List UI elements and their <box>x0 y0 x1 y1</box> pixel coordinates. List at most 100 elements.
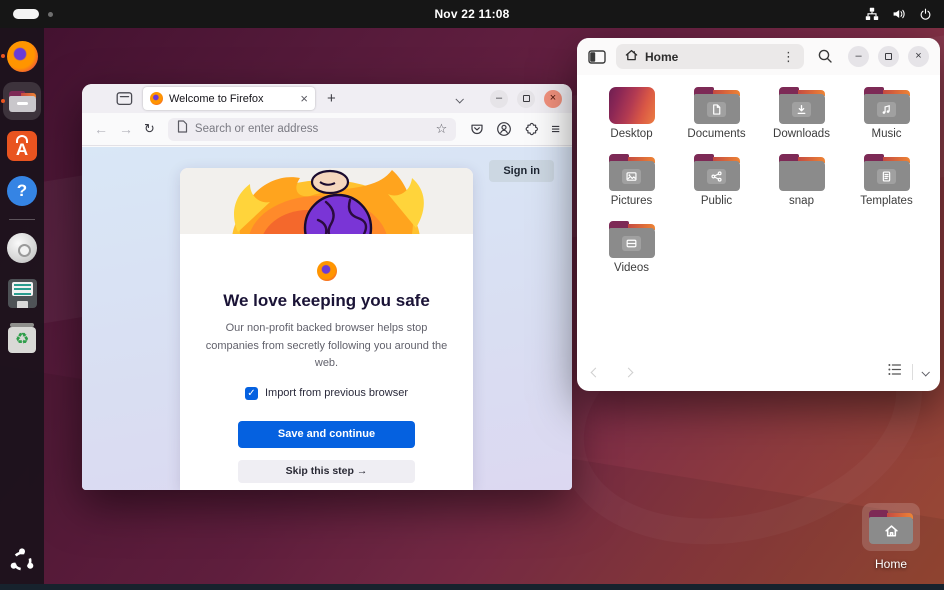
folder-label: Desktop <box>610 128 652 140</box>
power-icon <box>919 8 932 21</box>
maximize-button[interactable] <box>878 46 899 67</box>
clock-date[interactable]: Nov 22 11:08 <box>0 7 944 21</box>
firefox-view-button[interactable] <box>112 88 136 109</box>
desktop-home-icon[interactable]: Home <box>859 503 923 571</box>
folder-icon <box>694 154 740 191</box>
home-folder-icon <box>869 510 913 544</box>
current-location-label: Home <box>645 50 775 64</box>
maximize-button[interactable] <box>517 90 535 108</box>
dock-separator <box>9 219 35 220</box>
dock-item-ubuntu-software[interactable]: A <box>3 127 41 165</box>
ubuntu-logo-icon <box>9 548 35 579</box>
minimize-button[interactable]: – <box>490 90 508 108</box>
folder-emblem-icon <box>707 169 726 184</box>
folder-grid: Desktop Documents <box>589 84 929 285</box>
folder-icon <box>694 87 740 124</box>
dock-item-help[interactable]: ? <box>3 172 41 210</box>
close-button[interactable]: × <box>544 90 562 108</box>
back-button[interactable] <box>591 367 601 377</box>
home-icon <box>625 48 638 66</box>
maximize-icon <box>523 95 530 102</box>
import-checkbox[interactable]: ✓ <box>245 387 258 400</box>
folder-emblem-icon <box>877 169 896 184</box>
volume-icon <box>892 7 906 21</box>
floppy-disk-icon <box>8 279 37 308</box>
view-options-dropdown[interactable] <box>922 363 928 381</box>
folder-label: Music <box>871 128 901 140</box>
folder-item[interactable]: Pictures <box>589 151 674 218</box>
list-all-tabs-button[interactable] <box>456 90 462 108</box>
onboarding-heading: We love keeping you safe <box>180 291 473 311</box>
path-bar[interactable]: Home ⋮ <box>616 44 804 69</box>
firefox-icon <box>7 41 38 72</box>
tab-close-icon[interactable]: × <box>300 91 308 106</box>
folder-label: Documents <box>687 128 745 140</box>
firefox-window: Welcome to Firefox × + – × ← → ↻ Search … <box>82 84 572 490</box>
bookmark-star-icon[interactable]: ☆ <box>436 121 448 137</box>
folder-item[interactable]: Desktop <box>589 84 674 151</box>
folder-label: Pictures <box>611 195 653 207</box>
folder-icon <box>864 154 910 191</box>
reload-button[interactable]: ↻ <box>144 121 155 137</box>
window-controls: – × <box>490 90 562 108</box>
account-button[interactable] <box>496 121 512 137</box>
trash-icon: ♻ <box>8 327 36 353</box>
running-indicator <box>1 99 5 103</box>
dock-item-cd-drive[interactable] <box>3 229 41 267</box>
forward-button[interactable]: → <box>119 121 133 137</box>
folder-icon <box>609 154 655 191</box>
folder-item[interactable]: Videos <box>589 218 674 285</box>
divider <box>912 364 913 380</box>
folder-item[interactable]: Public <box>674 151 759 218</box>
folder-item[interactable]: Music <box>844 84 929 151</box>
dock-item-floppy-disk[interactable] <box>3 274 41 312</box>
import-checkbox-label: Import from previous browser <box>265 387 408 399</box>
extensions-puzzle-button[interactable] <box>523 122 540 137</box>
folder-item[interactable]: Documents <box>674 84 759 151</box>
folder-item[interactable]: Downloads <box>759 84 844 151</box>
tab-welcome-to-firefox[interactable]: Welcome to Firefox × <box>143 87 315 110</box>
files-header-bar: Home ⋮ – × <box>577 38 940 75</box>
forward-button[interactable] <box>624 367 634 377</box>
folder-item[interactable]: snap <box>759 151 844 218</box>
folder-emblem-icon <box>707 102 726 117</box>
minimize-button[interactable]: – <box>848 46 869 67</box>
sidebar-toggle-button[interactable] <box>588 50 606 64</box>
firefox-logo-icon <box>317 261 337 281</box>
list-view-button[interactable] <box>887 362 903 382</box>
dock-item-firefox[interactable] <box>3 37 41 75</box>
dock: A ? ♻ <box>0 28 44 590</box>
screen-bottom-edge <box>0 584 944 590</box>
files-window: Home ⋮ – × Desktop <box>577 38 940 391</box>
search-button[interactable] <box>817 48 834 65</box>
chevron-down-icon <box>455 95 463 103</box>
dock-item-files[interactable] <box>3 82 41 120</box>
menu-button[interactable]: ≡ <box>551 121 560 138</box>
network-icon <box>865 7 879 21</box>
fox-globe-illustration <box>180 168 473 234</box>
dock-item-trash[interactable]: ♻ <box>3 319 41 357</box>
import-checkbox-row[interactable]: ✓ Import from previous browser <box>180 387 473 400</box>
desktop-icon-label: Home <box>859 557 923 571</box>
show-apps-button[interactable] <box>3 544 41 582</box>
close-button[interactable]: × <box>908 46 929 67</box>
chevron-down-icon <box>921 368 929 376</box>
skip-this-step-button[interactable]: Skip this step → <box>238 460 415 483</box>
save-and-continue-button[interactable]: Save and continue <box>238 421 415 448</box>
system-status-area[interactable] <box>865 7 932 21</box>
sign-in-button[interactable]: Sign in <box>489 160 554 182</box>
folder-label: Templates <box>860 195 912 207</box>
url-bar[interactable]: Search or enter address ☆ <box>168 118 456 141</box>
folder-emblem-icon <box>877 102 896 117</box>
firefox-tab-bar: Welcome to Firefox × + – × <box>82 84 572 113</box>
back-button[interactable]: ← <box>94 121 108 137</box>
files-bottom-bar <box>592 362 928 382</box>
new-tab-button[interactable]: + <box>327 90 336 107</box>
maximize-icon <box>885 53 892 60</box>
folder-item[interactable]: Templates <box>844 151 929 218</box>
tab-title: Welcome to Firefox <box>169 93 294 105</box>
page-icon <box>177 120 188 138</box>
pocket-button[interactable] <box>469 121 485 137</box>
selection-highlight <box>862 503 920 551</box>
location-menu-icon[interactable]: ⋮ <box>782 49 795 65</box>
